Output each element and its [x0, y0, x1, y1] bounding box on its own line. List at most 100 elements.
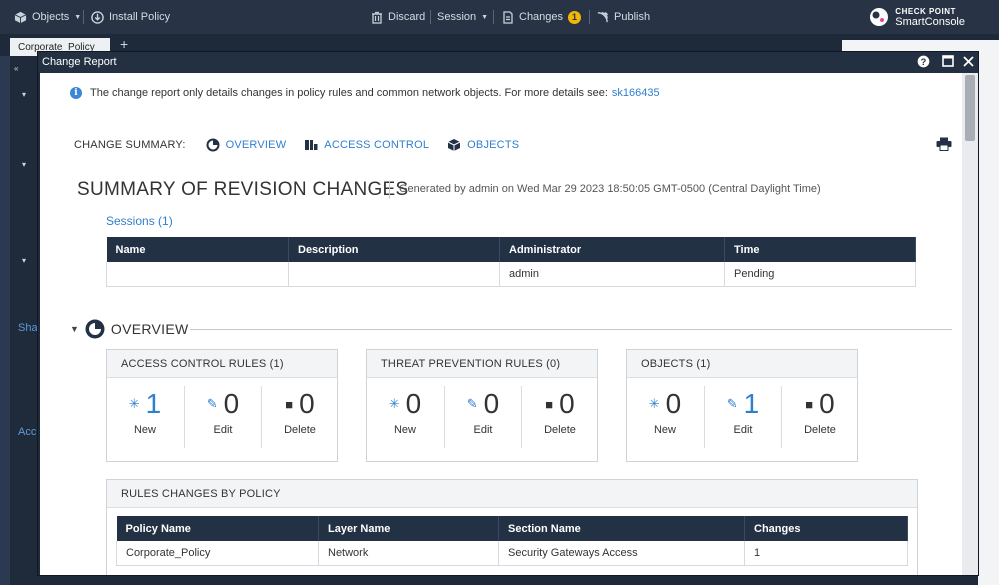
nav-overview-label: OVERVIEW	[225, 139, 287, 151]
delete-label: Delete	[544, 424, 576, 436]
document-changes-icon	[503, 10, 513, 24]
top-toolbar: Objects ▼ Install Policy Discard Session…	[0, 0, 999, 34]
info-notice: i The change report only details changes…	[70, 87, 660, 99]
trash-icon: ■	[805, 396, 814, 412]
asterisk-icon: ✳	[128, 396, 140, 411]
add-tab-icon[interactable]: +	[120, 36, 128, 52]
overview-icon	[85, 319, 105, 339]
nav-access-control-link[interactable]: ACCESS CONTROL	[304, 138, 429, 152]
background-text-access: Acc	[18, 426, 37, 438]
policy-name-cell: Corporate_Policy	[116, 541, 319, 566]
title-divider	[389, 181, 390, 199]
brand-logo: CHECK POINT SmartConsole	[870, 6, 965, 28]
trash-icon: ■	[545, 396, 554, 412]
check-point-logo-icon	[870, 8, 889, 26]
collapse-icon[interactable]: «	[14, 64, 18, 73]
help-icon[interactable]: ?	[916, 55, 931, 70]
rules-changes-title: RULES CHANGES BY POLICY	[107, 480, 917, 508]
card-body: ✳ 1 New ✎ 0 Edit ■ 0 Delete	[107, 378, 337, 462]
table-row: admin Pending	[106, 262, 916, 287]
overview-title: OVERVIEW	[110, 321, 189, 337]
changes-count-link[interactable]: 1	[744, 541, 908, 566]
discard-label: Discard	[388, 11, 426, 23]
new-stat[interactable]: ✳ 0 New	[627, 386, 703, 448]
overview-icon	[206, 138, 220, 152]
change-summary-nav: CHANGE SUMMARY: OVERVIEW ACCESS CONTROL …	[74, 138, 537, 152]
section-divider	[190, 329, 952, 330]
objects-label: Objects	[32, 11, 70, 23]
install-policy-button[interactable]: Install Policy	[91, 0, 170, 34]
chevron-down-icon[interactable]: ▼	[70, 324, 79, 334]
info-icon: i	[70, 87, 82, 99]
close-icon[interactable]	[961, 55, 976, 70]
new-count: 1	[145, 388, 162, 419]
install-policy-label: Install Policy	[109, 11, 171, 23]
svg-text:?: ?	[921, 57, 927, 67]
new-label: New	[133, 424, 156, 436]
sk-article-link[interactable]: sk166435	[612, 87, 660, 99]
change-report-dialog: Change Report ? i The change report only…	[37, 51, 979, 576]
delete-stat[interactable]: ■ 0 Delete	[262, 386, 338, 448]
delete-count: 0	[819, 388, 835, 419]
layer-name-cell: Network	[318, 541, 499, 566]
card-body: ✳ 0 New ✎ 0 Edit ■ 0 Delete	[367, 378, 597, 462]
column-header-layer-name: Layer Name	[318, 516, 499, 541]
new-count: 0	[405, 388, 422, 419]
change-summary-label: CHANGE SUMMARY:	[74, 139, 186, 151]
brand-bottom-text: SmartConsole	[895, 16, 965, 28]
changes-label: Changes	[519, 11, 564, 23]
rules-changes-table: Policy Name Layer Name Section Name Chan…	[116, 516, 908, 566]
new-stat[interactable]: ✳ 1 New	[107, 386, 183, 448]
chevron-down-icon: ▼	[481, 13, 489, 21]
chevron-down-icon: ▼	[74, 13, 82, 21]
edit-stat[interactable]: ✎ 1 Edit	[705, 386, 781, 448]
new-count: 0	[665, 388, 682, 419]
vertical-scrollbar[interactable]	[962, 73, 978, 575]
delete-stat[interactable]: ■ 0 Delete	[522, 386, 598, 448]
chevron-down-icon[interactable]: ▾	[22, 256, 26, 265]
chevron-down-icon[interactable]: ▾	[22, 160, 26, 169]
session-label: Session	[437, 11, 477, 23]
discard-button[interactable]: Discard	[371, 0, 425, 34]
background-text-shared: Sha	[18, 322, 38, 334]
access-control-icon	[305, 140, 318, 150]
objects-menu[interactable]: Objects ▼	[14, 0, 81, 34]
column-header-section-name: Section Name	[498, 516, 745, 541]
toolbar-divider	[589, 10, 590, 24]
edit-stat[interactable]: ✎ 0 Edit	[445, 386, 521, 448]
delete-label: Delete	[284, 424, 316, 436]
overview-section-header[interactable]: ▼ OVERVIEW	[70, 319, 189, 339]
dialog-title: Change Report	[42, 56, 117, 68]
session-menu[interactable]: Session ▼	[437, 0, 488, 34]
delete-stat[interactable]: ■ 0 Delete	[782, 386, 858, 448]
nav-objects-link[interactable]: OBJECTS	[447, 138, 519, 152]
edit-label: Edit	[213, 424, 233, 436]
publish-label: Publish	[614, 11, 651, 23]
column-header-time: Time	[724, 237, 916, 262]
report-content: i The change report only details changes…	[40, 73, 962, 575]
edit-stat[interactable]: ✎ 0 Edit	[185, 386, 261, 448]
card-title: THREAT PREVENTION RULES (0)	[367, 350, 597, 378]
cube-icon	[447, 139, 461, 151]
new-label: New	[653, 424, 676, 436]
chevron-down-icon[interactable]: ▾	[22, 90, 26, 99]
table-header-row: Name Description Administrator Time	[106, 237, 916, 262]
pencil-icon: ✎	[466, 396, 478, 411]
trash-icon	[372, 11, 382, 24]
sessions-heading[interactable]: Sessions (1)	[106, 214, 173, 228]
session-time-cell: Pending	[724, 262, 916, 287]
changes-button[interactable]: Changes 1	[502, 0, 582, 34]
print-icon[interactable]	[936, 137, 952, 151]
card-title: ACCESS CONTROL RULES (1)	[107, 350, 337, 378]
maximize-icon[interactable]	[940, 55, 955, 70]
edit-label: Edit	[473, 424, 493, 436]
nav-overview-link[interactable]: OVERVIEW	[206, 138, 287, 152]
toolbar-divider	[83, 10, 84, 24]
new-stat[interactable]: ✳ 0 New	[367, 386, 443, 448]
publish-button[interactable]: Publish	[596, 0, 650, 34]
column-header-administrator: Administrator	[499, 237, 725, 262]
scrollbar-thumb[interactable]	[965, 75, 975, 141]
pencil-icon: ✎	[726, 396, 738, 411]
asterisk-icon: ✳	[388, 396, 400, 411]
column-header-changes: Changes	[744, 516, 908, 541]
